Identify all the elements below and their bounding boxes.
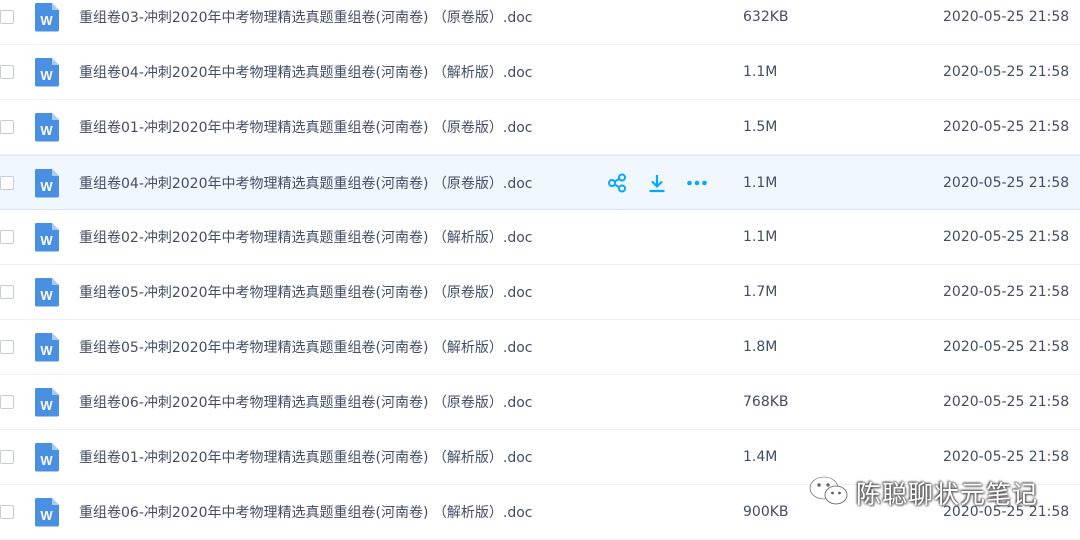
file-name[interactable]: 重组卷02-冲刺2020年中考物理精选真题重组卷(河南卷) （解析版）.doc <box>79 227 532 247</box>
file-row[interactable]: W 重组卷02-冲刺2020年中考物理精选真题重组卷(河南卷) （解析版）.do… <box>0 210 1080 265</box>
word-doc-icon: W <box>34 332 60 362</box>
file-row[interactable]: W 重组卷01-冲刺2020年中考物理精选真题重组卷(河南卷) （解析版）.do… <box>0 430 1080 485</box>
word-doc-icon: W <box>34 442 60 472</box>
svg-text:W: W <box>40 68 53 83</box>
file-date: 2020-05-25 21:58 <box>943 504 1070 520</box>
file-name[interactable]: 重组卷05-冲刺2020年中考物理精选真题重组卷(河南卷) （解析版）.doc <box>79 337 532 357</box>
share-icon[interactable] <box>606 172 628 194</box>
file-name[interactable]: 重组卷06-冲刺2020年中考物理精选真题重组卷(河南卷) （原卷版）.doc <box>79 392 532 412</box>
file-row[interactable]: W 重组卷03-冲刺2020年中考物理精选真题重组卷(河南卷) （原卷版）.do… <box>0 0 1080 45</box>
file-size: 1.5M <box>743 119 778 135</box>
file-name[interactable]: 重组卷05-冲刺2020年中考物理精选真题重组卷(河南卷) （原卷版）.doc <box>79 282 532 302</box>
svg-text:W: W <box>40 13 53 28</box>
file-date: 2020-05-25 21:58 <box>943 394 1070 410</box>
file-row[interactable]: W 重组卷01-冲刺2020年中考物理精选真题重组卷(河南卷) （原卷版）.do… <box>0 100 1080 155</box>
row-checkbox[interactable] <box>0 505 14 519</box>
row-checkbox[interactable] <box>0 285 14 299</box>
file-size: 1.1M <box>743 174 778 191</box>
svg-text:W: W <box>40 508 53 523</box>
file-size: 768KB <box>743 394 789 410</box>
svg-text:W: W <box>40 453 53 468</box>
word-doc-icon: W <box>34 112 60 142</box>
file-row[interactable]: W 重组卷04-冲刺2020年中考物理精选真题重组卷(河南卷) （解析版）.do… <box>0 45 1080 100</box>
file-name[interactable]: 重组卷04-冲刺2020年中考物理精选真题重组卷(河南卷) （解析版）.doc <box>79 62 532 82</box>
file-date: 2020-05-25 21:58 <box>943 339 1070 355</box>
file-name[interactable]: 重组卷04-冲刺2020年中考物理精选真题重组卷(河南卷) （原卷版）.doc <box>79 173 532 193</box>
svg-text:W: W <box>40 179 53 194</box>
svg-text:W: W <box>40 233 53 248</box>
file-name[interactable]: 重组卷01-冲刺2020年中考物理精选真题重组卷(河南卷) （原卷版）.doc <box>79 117 532 137</box>
download-icon[interactable] <box>646 172 668 194</box>
file-size: 632KB <box>743 9 789 25</box>
word-doc-icon: W <box>34 387 60 417</box>
word-doc-icon: W <box>34 222 60 252</box>
row-checkbox[interactable] <box>0 65 14 79</box>
file-row[interactable]: W 重组卷06-冲刺2020年中考物理精选真题重组卷(河南卷) （原卷版）.do… <box>0 375 1080 430</box>
file-size: 1.1M <box>743 229 778 245</box>
file-size: 1.7M <box>743 284 778 300</box>
file-date: 2020-05-25 21:58 <box>943 119 1070 135</box>
row-checkbox[interactable] <box>0 340 14 354</box>
file-list: W 重组卷03-冲刺2020年中考物理精选真题重组卷(河南卷) （原卷版）.do… <box>0 0 1080 540</box>
svg-text:W: W <box>40 288 53 303</box>
word-doc-icon: W <box>34 57 60 87</box>
svg-text:W: W <box>40 398 53 413</box>
file-size: 1.8M <box>743 339 778 355</box>
file-row[interactable]: W 重组卷06-冲刺2020年中考物理精选真题重组卷(河南卷) （解析版）.do… <box>0 485 1080 540</box>
file-date: 2020-05-25 21:58 <box>943 284 1070 300</box>
file-row[interactable]: W 重组卷05-冲刺2020年中考物理精选真题重组卷(河南卷) （原卷版）.do… <box>0 265 1080 320</box>
file-name[interactable]: 重组卷03-冲刺2020年中考物理精选真题重组卷(河南卷) （原卷版）.doc <box>79 7 532 27</box>
row-checkbox[interactable] <box>0 450 14 464</box>
file-row[interactable]: W 重组卷04-冲刺2020年中考物理精选真题重组卷(河南卷) （原卷版）.do… <box>0 155 1080 210</box>
svg-text:W: W <box>40 123 53 138</box>
file-date: 2020-05-25 21:58 <box>943 229 1070 245</box>
file-date: 2020-05-25 21:58 <box>943 174 1070 191</box>
file-date: 2020-05-25 21:58 <box>943 449 1070 465</box>
svg-text:W: W <box>40 343 53 358</box>
row-checkbox[interactable] <box>0 10 14 24</box>
word-doc-icon: W <box>34 497 60 527</box>
file-name[interactable]: 重组卷01-冲刺2020年中考物理精选真题重组卷(河南卷) （解析版）.doc <box>79 447 532 467</box>
word-doc-icon: W <box>34 168 60 198</box>
row-checkbox[interactable] <box>0 395 14 409</box>
row-checkbox[interactable] <box>0 230 14 244</box>
word-doc-icon: W <box>34 2 60 32</box>
file-row[interactable]: W 重组卷05-冲刺2020年中考物理精选真题重组卷(河南卷) （解析版）.do… <box>0 320 1080 375</box>
file-size: 1.1M <box>743 64 778 80</box>
more-icon[interactable] <box>686 172 708 194</box>
file-date: 2020-05-25 21:58 <box>943 9 1070 25</box>
file-size: 900KB <box>743 504 789 520</box>
file-date: 2020-05-25 21:58 <box>943 64 1070 80</box>
word-doc-icon: W <box>34 277 60 307</box>
file-size: 1.4M <box>743 449 778 465</box>
row-checkbox[interactable] <box>0 175 14 190</box>
row-checkbox[interactable] <box>0 120 14 134</box>
file-name[interactable]: 重组卷06-冲刺2020年中考物理精选真题重组卷(河南卷) （解析版）.doc <box>79 502 532 522</box>
row-actions <box>606 172 708 194</box>
